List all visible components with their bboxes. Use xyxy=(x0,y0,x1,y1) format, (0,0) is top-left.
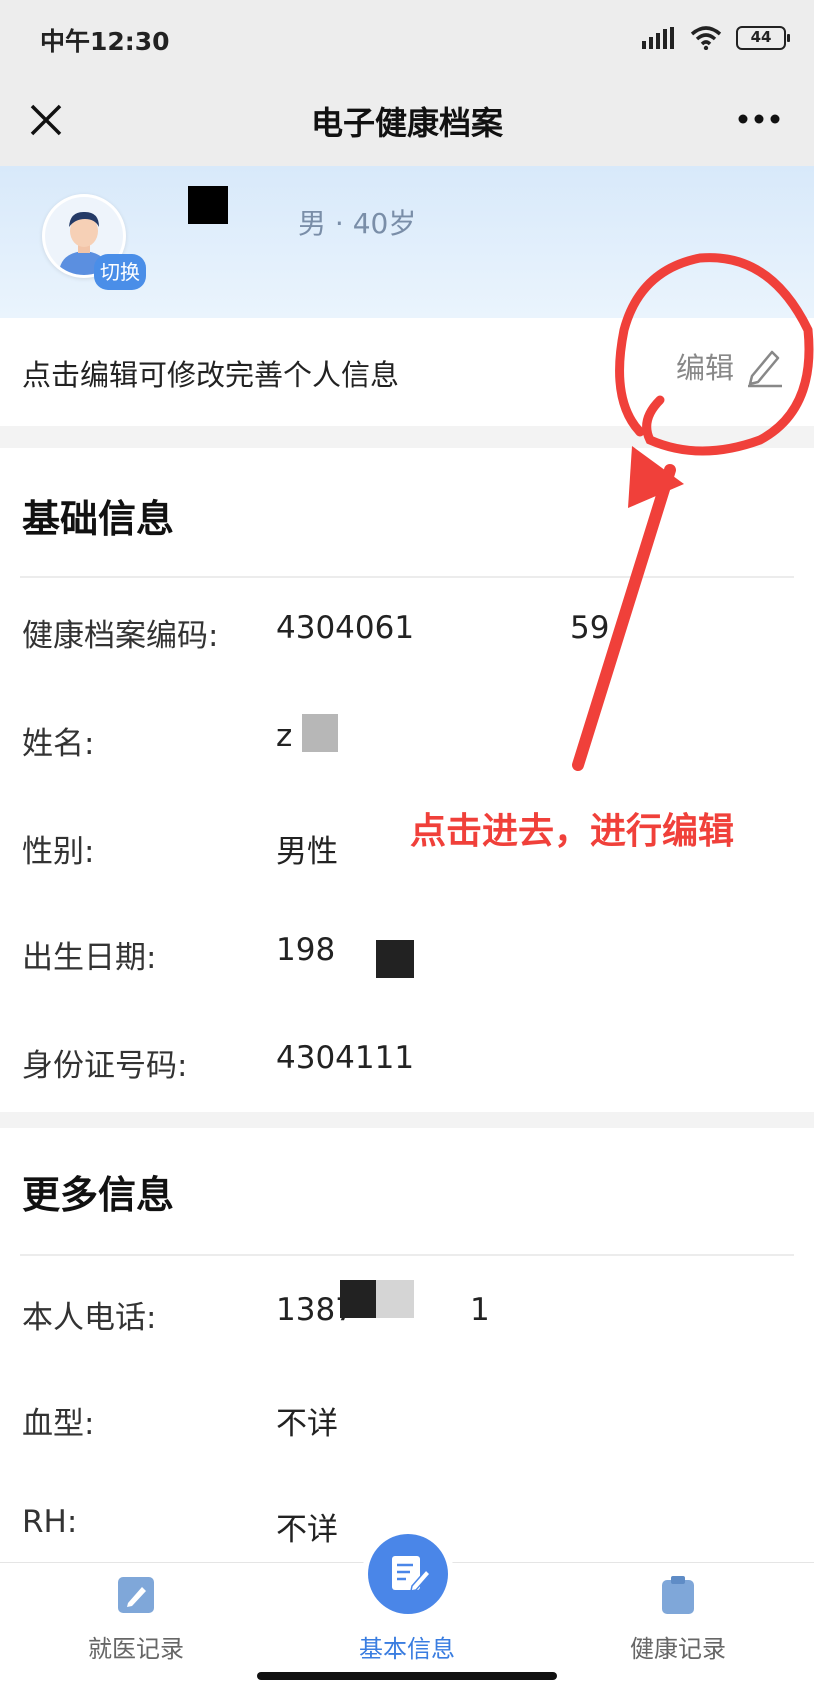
more-info-title: 更多信息 xyxy=(22,1173,175,1217)
home-indicator xyxy=(257,1672,557,1680)
status-icons: 44 xyxy=(642,24,790,52)
wifi-icon xyxy=(690,26,722,50)
tab-label: 健康记录 xyxy=(630,1635,726,1663)
edit-note-icon xyxy=(118,1577,154,1613)
name-value: z xyxy=(276,718,293,754)
clipboard-icon xyxy=(662,1576,694,1614)
edit-row: 点击编辑可修改完善个人信息 编辑 xyxy=(0,318,814,426)
section-divider xyxy=(0,426,814,448)
nav-bar: 电子健康档案 xyxy=(0,76,814,166)
health-record-code-tail: 59 xyxy=(570,610,610,646)
birth-date-value: 198 xyxy=(276,932,336,968)
edit-label: 编辑 xyxy=(675,351,734,385)
status-bar: 中午12:30 44 xyxy=(0,0,814,76)
edit-button[interactable]: 编辑 xyxy=(676,344,786,388)
switch-profile-button[interactable]: 切换 xyxy=(94,254,146,290)
tab-medical-records[interactable]: 就医记录 xyxy=(36,1563,236,1673)
signal-icon xyxy=(642,27,674,49)
name-redaction xyxy=(188,186,228,224)
field-label: 本人电话: xyxy=(22,1300,157,1336)
blood-type-value: 不详 xyxy=(276,1406,338,1442)
tab-health-records[interactable]: 健康记录 xyxy=(578,1563,778,1673)
gender-value: 男性 xyxy=(276,834,338,870)
pencil-icon xyxy=(748,350,782,388)
annotation-arrowhead xyxy=(628,446,684,508)
field-label: 健康档案编码: xyxy=(22,618,219,654)
battery-icon: 44 xyxy=(736,26,790,50)
health-record-code-value: 4304061 xyxy=(276,610,415,646)
id-number-value: 4304111 xyxy=(276,1040,415,1076)
field-label: 性别: xyxy=(22,834,95,870)
name-blur xyxy=(230,196,270,230)
basic-info-fab[interactable] xyxy=(368,1534,448,1614)
field-label: 血型: xyxy=(22,1406,95,1442)
phone-redaction xyxy=(376,1280,414,1318)
name-redaction xyxy=(302,714,338,752)
section-divider xyxy=(0,1112,814,1128)
rh-value: 不详 xyxy=(276,1512,338,1548)
annotation-text: 点击进去，进行编辑 xyxy=(410,811,735,852)
section-rule xyxy=(20,1254,794,1256)
document-edit-icon xyxy=(392,1556,432,1592)
page-title: 电子健康档案 xyxy=(310,104,503,142)
section-rule xyxy=(20,576,794,578)
phone-tail: 1 xyxy=(470,1292,490,1328)
edit-hint-text: 点击编辑可修改完善个人信息 xyxy=(22,358,400,392)
more-icon[interactable] xyxy=(734,104,784,134)
tab-label: 就医记录 xyxy=(88,1635,184,1663)
basic-info-title: 基础信息 xyxy=(22,497,175,541)
birth-date-redaction xyxy=(376,940,414,978)
tab-label: 基本信息 xyxy=(359,1635,455,1663)
field-label: 出生日期: xyxy=(22,940,157,976)
profile-header: 切换 男 · 40岁 xyxy=(0,166,814,318)
phone-redaction xyxy=(340,1280,376,1318)
field-label: 姓名: xyxy=(22,726,95,762)
gender-age: 男 · 40岁 xyxy=(298,207,417,240)
field-label: RH: xyxy=(22,1504,78,1540)
status-time: 中午12:30 xyxy=(40,27,170,56)
field-label: 身份证号码: xyxy=(22,1048,188,1084)
